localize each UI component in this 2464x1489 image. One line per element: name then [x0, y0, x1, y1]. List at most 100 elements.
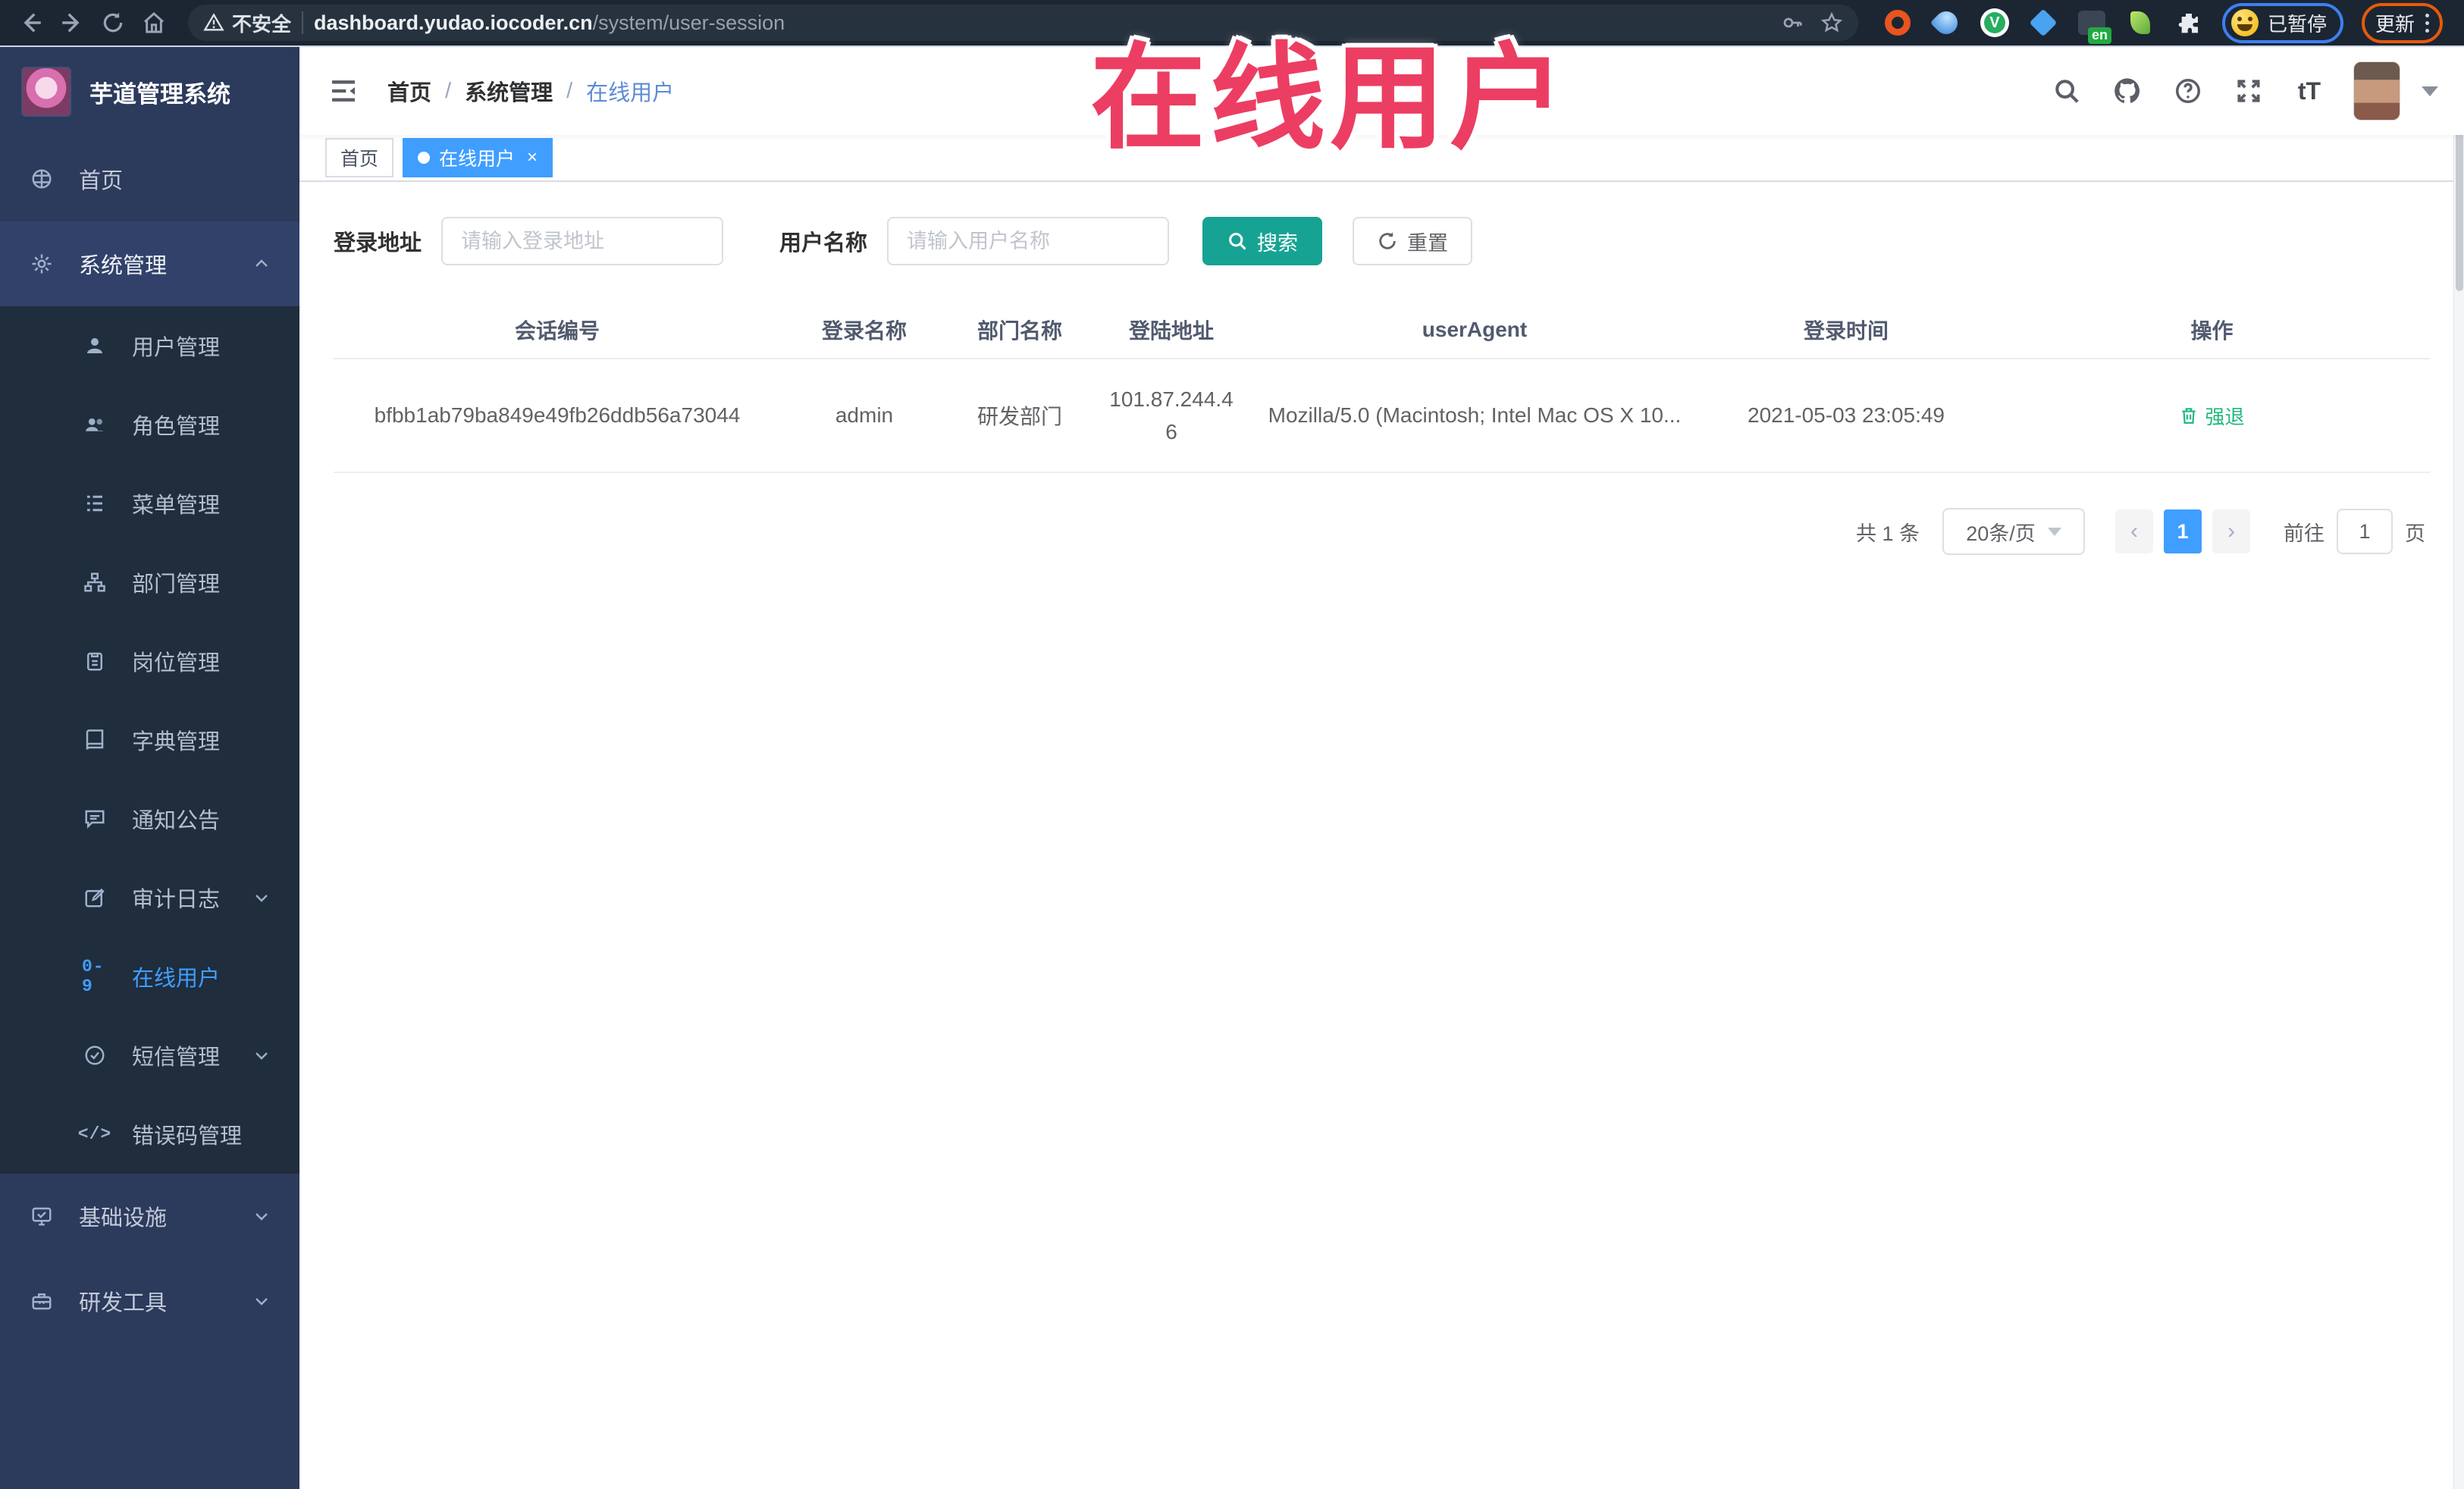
- page-number-1[interactable]: 1: [2164, 509, 2202, 553]
- help-icon[interactable]: [2171, 74, 2205, 108]
- extension-diamond-icon[interactable]: [2028, 8, 2058, 38]
- sidebar-item-dict-mgmt[interactable]: 字典管理: [0, 701, 299, 779]
- column-header[interactable]: 部门名称: [948, 315, 1092, 345]
- extension-ubuntu-icon[interactable]: [1882, 8, 1913, 38]
- page-size-select[interactable]: 20条/页: [1942, 508, 2085, 555]
- sidebar-item-label: 用户管理: [132, 336, 221, 360]
- extension-green-check-icon[interactable]: V: [1980, 8, 2010, 38]
- org-tree-icon: [82, 571, 108, 594]
- extension-translate-icon[interactable]: en: [2077, 8, 2111, 44]
- table-header-row: 会话编号 登录名称 部门名称 登陆地址 userAgent 登录时间 操作: [334, 302, 2430, 359]
- column-header[interactable]: userAgent: [1251, 318, 1698, 342]
- sidebar-item-errcode-mgmt[interactable]: </> 错误码管理: [0, 1095, 299, 1174]
- sidebar-item-sms-mgmt[interactable]: 短信管理: [0, 1016, 299, 1095]
- bookmark-star-icon[interactable]: [1820, 11, 1843, 34]
- tag-close-icon[interactable]: ×: [527, 149, 538, 167]
- chevron-down-icon: [252, 1292, 271, 1310]
- tag-home[interactable]: 首页: [325, 138, 394, 177]
- cell-actions: 强退: [1994, 402, 2430, 430]
- back-icon[interactable]: [14, 5, 49, 40]
- sidebar-item-infrastructure[interactable]: 基础设施: [0, 1174, 299, 1259]
- monitor-check-icon: [29, 1205, 55, 1227]
- address-bar[interactable]: 不安全 dashboard.yudao.iocoder.cn/system/us…: [188, 5, 1858, 41]
- column-header[interactable]: 登录时间: [1698, 315, 1994, 345]
- sidebar-item-label: 首页: [79, 169, 124, 193]
- sidebar-item-label: 短信管理: [132, 1045, 221, 1070]
- fullscreen-icon[interactable]: [2232, 74, 2265, 108]
- breadcrumb-current: 在线用户: [586, 81, 675, 105]
- password-key-icon[interactable]: [1781, 11, 1804, 34]
- sidebar-item-label: 菜单管理: [132, 494, 221, 518]
- search-icon[interactable]: [2050, 74, 2083, 108]
- profile-paused-pill[interactable]: 已暂停: [2221, 2, 2343, 43]
- chevron-down-icon: [252, 1207, 271, 1225]
- url-text[interactable]: dashboard.yudao.iocoder.cn/system/user-s…: [314, 11, 785, 35]
- sidebar-item-system[interactable]: 系统管理: [0, 221, 299, 306]
- browser-menu-icon[interactable]: [2425, 13, 2429, 33]
- column-header[interactable]: 登录名称: [781, 315, 948, 345]
- sidebar-item-user-mgmt[interactable]: 用户管理: [0, 306, 299, 385]
- chevron-up-icon: [252, 255, 271, 273]
- user-menu-caret-icon[interactable]: [2422, 86, 2438, 96]
- breadcrumb-parent[interactable]: 系统管理: [465, 75, 553, 107]
- sidebar: 芋道管理系统 首页 系统管理 用户管理 角色管理 菜单管理 部门管理 岗位管理 …: [0, 47, 299, 1489]
- users-icon: [82, 413, 108, 436]
- force-logout-button[interactable]: 强退: [2179, 402, 2245, 430]
- scrollbar[interactable]: [2453, 47, 2464, 1489]
- table-row: bfbb1ab79ba849e49fb26ddb56a73044 admin 研…: [334, 359, 2430, 473]
- sidebar-collapse-icon[interactable]: [325, 73, 362, 109]
- sidebar-item-notice[interactable]: 通知公告: [0, 779, 299, 858]
- en-badge: en: [2087, 27, 2111, 44]
- goto-page-input[interactable]: [2337, 509, 2393, 554]
- login-address-input[interactable]: [441, 217, 724, 265]
- online-users-icon: 0-9: [82, 957, 105, 996]
- sidebar-item-audit-log[interactable]: 审计日志: [0, 858, 299, 937]
- screen: 不安全 dashboard.yudao.iocoder.cn/system/us…: [0, 0, 2464, 1489]
- app-logo[interactable]: 芋道管理系统: [0, 47, 299, 136]
- sidebar-item-label: 研发工具: [79, 1291, 168, 1315]
- sidebar-item-label: 岗位管理: [132, 651, 221, 676]
- code-icon: </>: [77, 1124, 112, 1144]
- sidebar-item-online-users[interactable]: 0-9 在线用户: [0, 937, 299, 1016]
- book-icon: [82, 729, 108, 751]
- tag-online-users[interactable]: 在线用户 ×: [403, 138, 553, 177]
- column-header[interactable]: 会话编号: [334, 315, 781, 345]
- reset-button[interactable]: 重置: [1353, 217, 1473, 265]
- home-icon: [29, 168, 55, 190]
- sidebar-item-home[interactable]: 首页: [0, 136, 299, 221]
- github-icon[interactable]: [2111, 74, 2144, 108]
- sidebar-item-dev-tools[interactable]: 研发工具: [0, 1259, 299, 1343]
- forward-icon[interactable]: [55, 5, 89, 40]
- update-label: 更新: [2375, 12, 2415, 36]
- breadcrumb-home[interactable]: 首页: [387, 75, 431, 107]
- extension-drop-icon[interactable]: [1930, 6, 1963, 39]
- gear-icon: [29, 252, 55, 275]
- prev-page-button[interactable]: ‹: [2115, 509, 2153, 553]
- security-badge[interactable]: 不安全: [203, 9, 291, 37]
- next-page-button[interactable]: ›: [2212, 509, 2250, 553]
- search-form: 登录地址 用户名称 搜索 重置: [334, 217, 2430, 265]
- menu-list-icon: [82, 492, 108, 515]
- page-content: 登录地址 用户名称 搜索 重置 会话编号: [299, 182, 2464, 1489]
- sidebar-item-post-mgmt[interactable]: 岗位管理: [0, 622, 299, 701]
- column-header[interactable]: 操作: [1994, 315, 2430, 345]
- column-header[interactable]: 登陆地址: [1092, 315, 1251, 345]
- tag-label: 在线用户: [439, 149, 516, 170]
- home-nav-icon[interactable]: [136, 5, 171, 40]
- avatar[interactable]: [2353, 61, 2400, 121]
- reload-icon[interactable]: [96, 5, 130, 40]
- sidebar-item-dept-mgmt[interactable]: 部门管理: [0, 543, 299, 622]
- message-icon: [82, 807, 108, 830]
- extensions-puzzle-icon[interactable]: [2174, 8, 2204, 38]
- username-input[interactable]: [887, 217, 1170, 265]
- badge-icon: [82, 650, 108, 672]
- font-size-icon[interactable]: tT: [2293, 74, 2326, 108]
- sidebar-item-label: 在线用户: [132, 967, 221, 991]
- browser-update-button[interactable]: 更新: [2361, 2, 2443, 43]
- search-button[interactable]: 搜索: [1202, 217, 1323, 265]
- edit-log-icon: [82, 886, 108, 909]
- extension-leaf-icon[interactable]: [2125, 8, 2155, 38]
- sidebar-item-role-mgmt[interactable]: 角色管理: [0, 385, 299, 464]
- tags-view-bar: 首页 在线用户 ×: [299, 135, 2464, 182]
- sidebar-item-menu-mgmt[interactable]: 菜单管理: [0, 464, 299, 543]
